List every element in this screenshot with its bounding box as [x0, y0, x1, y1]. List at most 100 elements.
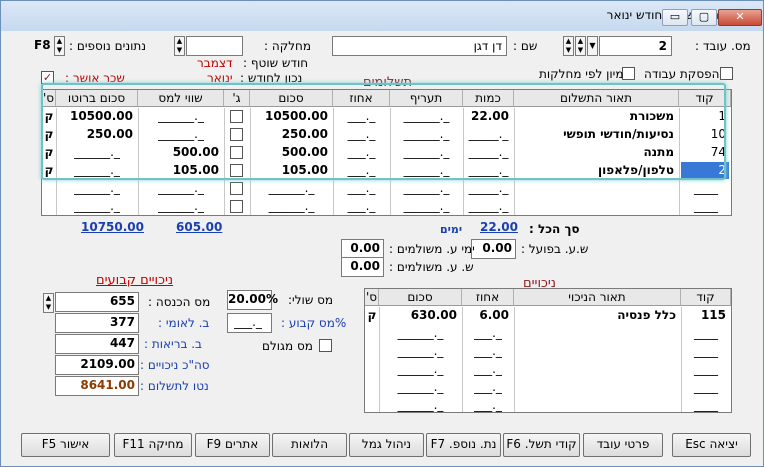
- delete-button[interactable]: מחיקה F11: [114, 433, 192, 457]
- payments-cell-rate[interactable]: ______._: [392, 198, 461, 215]
- dept-label: מחלקה :: [264, 39, 312, 53]
- deductions-cell-pct[interactable]: 6.00: [464, 307, 512, 324]
- close-button[interactable]: ✕: [718, 9, 762, 26]
- deductions-code-placeholder[interactable]: ____: [683, 343, 729, 360]
- deductions-cell-code[interactable]: 115: [683, 307, 729, 324]
- deductions-cell-s[interactable]: ק: [367, 307, 377, 324]
- deductions-cell-pct[interactable]: ___._: [464, 325, 512, 342]
- gemel-button[interactable]: ניהול גמל: [349, 433, 424, 457]
- deductions-cell-desc[interactable]: [516, 379, 679, 396]
- deductions-cell-desc[interactable]: [516, 325, 679, 342]
- approve-button[interactable]: אישור F5: [21, 433, 110, 457]
- income-tax-field[interactable]: 655: [55, 292, 139, 312]
- extra-key[interactable]: F8: [34, 38, 51, 52]
- exit-button[interactable]: יציאה Esc: [672, 433, 751, 457]
- payments-cell-rate[interactable]: ______._: [392, 180, 461, 197]
- national-field[interactable]: 377: [55, 313, 139, 333]
- payments-g-checkbox[interactable]: [230, 182, 243, 195]
- sort-checkbox[interactable]: [622, 67, 635, 80]
- employee-next-icon[interactable]: ▲ ▼: [575, 36, 586, 56]
- deductions-cell-s[interactable]: [367, 325, 377, 342]
- paid-hours-field[interactable]: 0.00: [341, 257, 384, 277]
- shared-month-value: דצמבר: [197, 56, 233, 70]
- name-field[interactable]: דן דגן: [332, 36, 507, 56]
- deductions-code-placeholder[interactable]: ____: [683, 379, 729, 396]
- health-label: ב. בריאות :: [144, 337, 202, 351]
- payments-cell-desc[interactable]: [516, 198, 677, 215]
- dept-field[interactable]: [186, 36, 243, 56]
- grossup-checkbox[interactable]: [319, 339, 332, 352]
- payments-cell-pct[interactable]: ___._: [335, 198, 388, 215]
- deductions-cell-sum[interactable]: ______._: [381, 343, 460, 360]
- employee-field[interactable]: 2: [599, 36, 672, 56]
- marginal-tax-label: מס שולי:: [288, 293, 334, 307]
- deductions-cell-s[interactable]: [367, 379, 377, 396]
- payments-cell-qty[interactable]: _____._: [465, 198, 512, 215]
- deductions-cell-pct[interactable]: ___._: [464, 361, 512, 378]
- fixed-tax-field[interactable]: ___._: [227, 313, 272, 333]
- dept-spinner-icon[interactable]: ▲ ▼: [174, 36, 185, 56]
- employee-dropdown-icon[interactable]: ▼: [587, 36, 598, 56]
- deductions-cell-s[interactable]: [367, 343, 377, 360]
- payments-cell-tax[interactable]: ______._: [140, 198, 222, 215]
- deductions-header-desc[interactable]: תאור הניכוי: [514, 289, 681, 306]
- payments-g-checkbox[interactable]: [230, 200, 243, 213]
- marginal-tax-field[interactable]: 20.00%: [227, 290, 278, 310]
- minimize-button[interactable]: ▭: [662, 9, 688, 26]
- payments-code-placeholder[interactable]: ____: [682, 180, 730, 197]
- total-deductions-field: 2109.00: [55, 355, 139, 375]
- deductions-header-s[interactable]: ס': [365, 289, 379, 306]
- deductions-cell-pct[interactable]: ___._: [464, 397, 512, 414]
- grossup-label: מס מגולם: [262, 339, 313, 353]
- employee-spinner-icon[interactable]: ▲ ▼: [563, 36, 574, 56]
- deductions-cell-s[interactable]: [367, 397, 377, 414]
- payments-cell-sum[interactable]: ______._: [252, 180, 331, 197]
- extra-spinner-icon[interactable]: ▲ ▼: [54, 36, 65, 56]
- deductions-header-sum[interactable]: סכום: [379, 289, 462, 306]
- payments-cell-s[interactable]: [44, 198, 54, 215]
- health-field[interactable]: 447: [55, 334, 139, 354]
- net-pay-label: נטו לתשלום :: [140, 379, 209, 393]
- deductions-cell-s[interactable]: [367, 361, 377, 378]
- more-data-button[interactable]: נת. נוספ. F7: [426, 433, 501, 457]
- actual-hours-field[interactable]: 0.00: [471, 239, 516, 259]
- worker-details-button[interactable]: פרטי עובד: [583, 433, 663, 457]
- payments-cell-tax[interactable]: ______._: [140, 180, 222, 197]
- deductions-cell-desc[interactable]: [516, 397, 679, 414]
- selection-highlight: [41, 83, 726, 180]
- deductions-cell-sum[interactable]: ______._: [381, 325, 460, 342]
- grid-divider: [379, 307, 380, 412]
- deductions-code-placeholder[interactable]: ____: [683, 397, 729, 414]
- loans-button[interactable]: הלואות: [272, 433, 347, 457]
- deductions-header-pct[interactable]: אחוז: [462, 289, 514, 306]
- payments-cell-desc[interactable]: [516, 180, 677, 197]
- payments-cell-qty[interactable]: _____._: [465, 180, 512, 197]
- deductions-code-placeholder[interactable]: ____: [683, 361, 729, 378]
- payments-cell-gross[interactable]: ______._: [58, 198, 136, 215]
- payments-cell-s[interactable]: [44, 180, 54, 197]
- fixed-deductions-title: ניכויים קבועים: [96, 273, 174, 288]
- deductions-cell-desc[interactable]: כלל פנסיה: [516, 307, 679, 324]
- deductions-cell-sum[interactable]: ______._: [381, 361, 460, 378]
- deductions-cell-desc[interactable]: [516, 361, 679, 378]
- payments-code-placeholder[interactable]: ____: [682, 198, 730, 215]
- alerts-button[interactable]: אתרים F9: [195, 433, 270, 457]
- total-label: סך הכל :: [529, 222, 580, 236]
- deductions-cell-pct[interactable]: ___._: [464, 379, 512, 396]
- deductions-cell-sum[interactable]: ______._: [381, 379, 460, 396]
- fixed-spinner-icon[interactable]: ▲ ▼: [43, 293, 54, 313]
- deductions-code-placeholder[interactable]: ____: [683, 325, 729, 342]
- deductions-header-code[interactable]: קוד: [681, 289, 731, 306]
- stop-work-checkbox[interactable]: [720, 67, 733, 80]
- payments-cell-pct[interactable]: ___._: [335, 180, 388, 197]
- payment-codes-button[interactable]: קודי תשל. F6: [503, 433, 580, 457]
- payments-cell-sum[interactable]: ______._: [252, 198, 331, 215]
- deductions-cell-pct[interactable]: ___._: [464, 343, 512, 360]
- deductions-cell-sum[interactable]: 630.00: [381, 307, 460, 324]
- paid-days-field[interactable]: 0.00: [341, 239, 384, 259]
- deductions-cell-sum[interactable]: ______._: [381, 397, 460, 414]
- maximize-button[interactable]: ▢: [691, 9, 717, 26]
- grid-divider: [514, 307, 515, 412]
- payments-cell-gross[interactable]: ______._: [58, 180, 136, 197]
- deductions-cell-desc[interactable]: [516, 343, 679, 360]
